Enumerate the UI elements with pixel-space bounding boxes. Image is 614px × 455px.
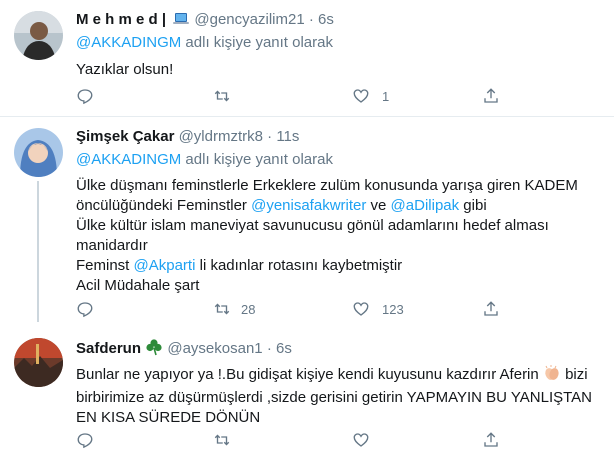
reply-icon: [77, 433, 93, 449]
clapping-hands-icon: [543, 364, 561, 388]
tweet-text: Ülke düşmanı feminstlerle Erkeklere zulü…: [76, 176, 600, 296]
text-segment: öncülüğündeki Feminstler: [76, 197, 252, 214]
text-segment: bizi: [565, 366, 588, 383]
shamrock-icon: [145, 338, 163, 363]
tweet-text: Yazıklar olsun!: [76, 60, 600, 80]
reply-icon: [77, 302, 93, 318]
like-count: 123: [382, 301, 404, 317]
tweet-text-line: Ülke düşmanı feminstlerle Erkeklere zulü…: [76, 177, 578, 194]
reply-icon: [77, 89, 93, 105]
text-segment: li kadınlar rotasını kaybetmiştir: [195, 257, 403, 274]
heart-icon: [353, 433, 369, 447]
tweet-text-line: Bunlar ne yapıyor ya !.Bu gidişat kişiye…: [76, 364, 600, 388]
tweet-header: Safderun @aysekosan1 · 6s: [76, 338, 600, 360]
tweet-actions: 1: [76, 86, 600, 106]
like-button[interactable]: 123: [352, 299, 404, 319]
retweet-button[interactable]: [213, 430, 231, 450]
reply-text: adlı kişiye yanıt olarak: [185, 151, 333, 168]
retweet-icon: [214, 303, 230, 315]
tweet-header: Şimşek Çakar @yldrmztrk8 · 11s: [76, 126, 600, 148]
tweet-text-line: birbirimize az düşürmüşlerdi ,sizde geri…: [76, 389, 593, 406]
reply-text: adlı kişiye yanıt olarak: [185, 34, 333, 51]
text-segment: Bunlar ne yapıyor ya !.Bu gidişat kişiye…: [76, 366, 539, 383]
like-count: 1: [382, 88, 390, 104]
tweet-1[interactable]: M e h m e d | @gencyazilim21 · 6s @AKKAD…: [0, 0, 614, 117]
thread-line: [37, 181, 39, 322]
mention-link[interactable]: @yenisafakwriter: [251, 197, 366, 214]
avatar[interactable]: [14, 338, 63, 387]
tweet-text-line: Yazıklar olsun!: [76, 61, 174, 78]
display-name[interactable]: Şimşek Çakar: [76, 128, 174, 145]
tweet-text-line: Ülke kültür islam maneviyat savunucusu g…: [76, 217, 549, 234]
retweet-button[interactable]: 28: [213, 299, 255, 319]
text-segment: ve: [366, 197, 391, 214]
avatar[interactable]: [14, 11, 63, 60]
reply-button[interactable]: [76, 86, 94, 106]
share-icon: [484, 88, 498, 103]
laptop-icon: [172, 11, 190, 33]
tweet-text: Bunlar ne yapıyor ya !.Bu gidişat kişiye…: [76, 364, 600, 428]
mention-link[interactable]: @Akparti: [134, 257, 196, 274]
tweet-text-line: öncülüğündeki Feminstler @yenisafakwrite…: [76, 196, 600, 216]
tweet-actions: [76, 430, 600, 450]
like-button[interactable]: [352, 430, 370, 450]
separator-dot: ·: [266, 340, 272, 357]
text-segment: gibi: [459, 197, 487, 214]
share-button[interactable]: [482, 430, 500, 450]
tweet-text-line: manidardır: [76, 237, 148, 254]
timestamp[interactable]: 6s: [318, 11, 334, 28]
retweet-icon: [214, 90, 230, 102]
reply-context: @AKKADINGM adlı kişiye yanıt olarak: [76, 150, 600, 170]
tweet-feed: M e h m e d | @gencyazilim21 · 6s @AKKAD…: [0, 0, 614, 455]
share-button[interactable]: [482, 299, 500, 319]
reply-mention[interactable]: @AKKADINGM: [76, 34, 181, 51]
text-segment: Feminst: [76, 257, 134, 274]
user-handle[interactable]: @aysekosan1: [167, 340, 262, 357]
timestamp[interactable]: 6s: [276, 340, 292, 357]
reply-mention[interactable]: @AKKADINGM: [76, 151, 181, 168]
heart-icon: [353, 89, 369, 103]
timestamp[interactable]: 11s: [276, 128, 299, 145]
tweet-3[interactable]: Safderun @aysekosan1 · 6s Bunlar ne yapı…: [0, 330, 614, 455]
like-button[interactable]: 1: [352, 86, 389, 106]
tweet-text-line: Feminst @Akparti li kadınlar rotasını ka…: [76, 256, 600, 276]
tweet-actions: 28 123: [76, 299, 600, 319]
tweet-2[interactable]: Şimşek Çakar @yldrmztrk8 · 11s @AKKADING…: [0, 117, 614, 322]
retweet-icon: [214, 434, 230, 446]
user-handle[interactable]: @yldrmztrk8: [179, 128, 263, 145]
avatar[interactable]: [14, 128, 63, 177]
tweet-text-line: EN KISA SÜREDE DÖNÜN: [76, 409, 261, 426]
separator-dot: ·: [308, 11, 314, 28]
user-handle[interactable]: @gencyazilim21: [194, 11, 304, 28]
retweet-count: 28: [241, 301, 256, 317]
reply-context: @AKKADINGM adlı kişiye yanıt olarak: [76, 33, 600, 53]
mention-link[interactable]: @aDilipak: [391, 197, 460, 214]
share-icon: [484, 432, 498, 447]
tweet-text-line: Acil Müdahale şart: [76, 277, 200, 294]
reply-button[interactable]: [76, 299, 94, 319]
retweet-button[interactable]: [213, 86, 231, 106]
display-name[interactable]: M e h m e d |: [76, 11, 166, 28]
heart-icon: [353, 302, 369, 316]
separator-dot: ·: [267, 128, 273, 145]
reply-button[interactable]: [76, 430, 94, 450]
share-button[interactable]: [482, 86, 500, 106]
display-name[interactable]: Safderun: [76, 340, 141, 357]
share-icon: [484, 301, 498, 316]
tweet-header: M e h m e d | @gencyazilim21 · 6s: [76, 9, 600, 31]
